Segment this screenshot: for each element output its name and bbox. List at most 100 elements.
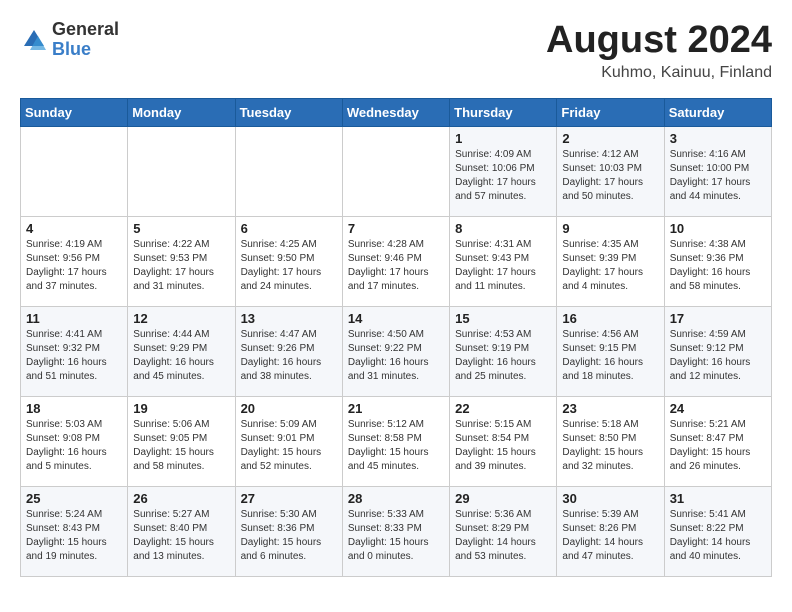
day-detail: Sunrise: 5:33 AM Sunset: 8:33 PM Dayligh… [348, 508, 444, 564]
calendar-cell: 2 Sunrise: 4:12 AM Sunset: 10:03 PM Dayli… [557, 126, 664, 216]
col-header-thursday: Thursday [450, 98, 557, 126]
day-detail: Sunrise: 4:12 AM Sunset: 10:03 PM Daylig… [562, 148, 658, 204]
calendar-week-row: 18 Sunrise: 5:03 AM Sunset: 9:08 PM Dayli… [21, 396, 772, 486]
day-detail: Sunrise: 5:18 AM Sunset: 8:50 PM Dayligh… [562, 418, 658, 474]
day-detail: Sunrise: 4:44 AM Sunset: 9:29 PM Dayligh… [133, 328, 229, 384]
calendar-cell: 22Sunrise: 5:15 AM Sunset: 8:54 PM Dayli… [450, 396, 557, 486]
calendar-cell: 9 Sunrise: 4:35 AM Sunset: 9:39 PM Daylig… [557, 216, 664, 306]
calendar-week-row: 1Sunrise: 4:09 AM Sunset: 10:06 PM Dayli… [21, 126, 772, 216]
calendar-cell: 8 Sunrise: 4:31 AM Sunset: 9:43 PM Daylig… [450, 216, 557, 306]
col-header-saturday: Saturday [664, 98, 771, 126]
day-number: 6 [241, 221, 337, 236]
day-detail: Sunrise: 4:28 AM Sunset: 9:46 PM Dayligh… [348, 238, 444, 294]
logo: General Blue [20, 20, 119, 60]
day-number: 20 [241, 401, 337, 416]
calendar-week-row: 4 Sunrise: 4:19 AM Sunset: 9:56 PM Daylig… [21, 216, 772, 306]
day-detail: Sunrise: 5:24 AM Sunset: 8:43 PM Dayligh… [26, 508, 122, 564]
day-number: 5 [133, 221, 229, 236]
calendar-cell: 21 Sunrise: 5:12 AM Sunset: 8:58 PM Dayli… [342, 396, 449, 486]
calendar-cell [235, 126, 342, 216]
day-detail: Sunrise: 5:41 AM Sunset: 8:22 PM Dayligh… [670, 508, 766, 564]
day-number: 15 [455, 311, 551, 326]
col-header-monday: Monday [128, 98, 235, 126]
day-number: 31 [670, 491, 766, 506]
day-detail: Sunrise: 4:50 AM Sunset: 9:22 PM Dayligh… [348, 328, 444, 384]
day-detail: Sunrise: 4:19 AM Sunset: 9:56 PM Dayligh… [26, 238, 122, 294]
day-detail: Sunrise: 4:35 AM Sunset: 9:39 PM Dayligh… [562, 238, 658, 294]
day-detail: Sunrise: 5:39 AM Sunset: 8:26 PM Dayligh… [562, 508, 658, 564]
day-detail: Sunrise: 4:22 AM Sunset: 9:53 PM Dayligh… [133, 238, 229, 294]
calendar-table: SundayMondayTuesdayWednesdayThursdayFrid… [20, 98, 772, 577]
day-number: 24 [670, 401, 766, 416]
col-header-wednesday: Wednesday [342, 98, 449, 126]
day-number: 22 [455, 401, 551, 416]
calendar-week-row: 11Sunrise: 4:41 AM Sunset: 9:32 PM Dayli… [21, 306, 772, 396]
calendar-cell: 25 Sunrise: 5:24 AM Sunset: 8:43 PM Dayli… [21, 486, 128, 576]
calendar-cell: 14Sunrise: 4:50 AM Sunset: 9:22 PM Dayli… [342, 306, 449, 396]
logo-general: General [52, 20, 119, 40]
calendar-cell: 6 Sunrise: 4:25 AM Sunset: 9:50 PM Daylig… [235, 216, 342, 306]
calendar-cell: 27Sunrise: 5:30 AM Sunset: 8:36 PM Dayli… [235, 486, 342, 576]
calendar-cell: 24 Sunrise: 5:21 AM Sunset: 8:47 PM Dayli… [664, 396, 771, 486]
calendar-cell: 31 Sunrise: 5:41 AM Sunset: 8:22 PM Dayli… [664, 486, 771, 576]
logo-blue: Blue [52, 40, 119, 60]
calendar-cell: 15Sunrise: 4:53 AM Sunset: 9:19 PM Dayli… [450, 306, 557, 396]
calendar-cell [21, 126, 128, 216]
calendar-cell: 23 Sunrise: 5:18 AM Sunset: 8:50 PM Dayli… [557, 396, 664, 486]
calendar-cell: 4 Sunrise: 4:19 AM Sunset: 9:56 PM Daylig… [21, 216, 128, 306]
day-number: 18 [26, 401, 122, 416]
day-number: 1 [455, 131, 551, 146]
calendar-cell: 26Sunrise: 5:27 AM Sunset: 8:40 PM Dayli… [128, 486, 235, 576]
day-detail: Sunrise: 5:21 AM Sunset: 8:47 PM Dayligh… [670, 418, 766, 474]
day-detail: Sunrise: 5:12 AM Sunset: 8:58 PM Dayligh… [348, 418, 444, 474]
calendar-cell: 19Sunrise: 5:06 AM Sunset: 9:05 PM Dayli… [128, 396, 235, 486]
day-detail: Sunrise: 5:03 AM Sunset: 9:08 PM Dayligh… [26, 418, 122, 474]
calendar-header-row: SundayMondayTuesdayWednesdayThursdayFrid… [21, 98, 772, 126]
calendar-cell: 3Sunrise: 4:16 AM Sunset: 10:00 PM Dayli… [664, 126, 771, 216]
col-header-sunday: Sunday [21, 98, 128, 126]
day-number: 4 [26, 221, 122, 236]
calendar-cell: 10 Sunrise: 4:38 AM Sunset: 9:36 PM Dayli… [664, 216, 771, 306]
col-header-friday: Friday [557, 98, 664, 126]
calendar-week-row: 25 Sunrise: 5:24 AM Sunset: 8:43 PM Dayli… [21, 486, 772, 576]
day-number: 8 [455, 221, 551, 236]
day-number: 7 [348, 221, 444, 236]
logo-text: General Blue [52, 20, 119, 60]
calendar-cell: 5 Sunrise: 4:22 AM Sunset: 9:53 PM Daylig… [128, 216, 235, 306]
day-number: 27 [241, 491, 337, 506]
day-detail: Sunrise: 4:56 AM Sunset: 9:15 PM Dayligh… [562, 328, 658, 384]
day-number: 26 [133, 491, 229, 506]
day-detail: Sunrise: 4:59 AM Sunset: 9:12 PM Dayligh… [670, 328, 766, 384]
col-header-tuesday: Tuesday [235, 98, 342, 126]
day-number: 25 [26, 491, 122, 506]
calendar-cell: 16 Sunrise: 4:56 AM Sunset: 9:15 PM Dayli… [557, 306, 664, 396]
calendar-cell: 20 Sunrise: 5:09 AM Sunset: 9:01 PM Dayli… [235, 396, 342, 486]
day-number: 19 [133, 401, 229, 416]
day-number: 23 [562, 401, 658, 416]
logo-icon [20, 26, 48, 54]
calendar-cell: 17Sunrise: 4:59 AM Sunset: 9:12 PM Dayli… [664, 306, 771, 396]
calendar-cell: 7 Sunrise: 4:28 AM Sunset: 9:46 PM Daylig… [342, 216, 449, 306]
calendar-cell: 1Sunrise: 4:09 AM Sunset: 10:06 PM Dayli… [450, 126, 557, 216]
title-block: August 2024 Kuhmo, Kainuu, Finland [546, 20, 772, 82]
calendar-cell: 30Sunrise: 5:39 AM Sunset: 8:26 PM Dayli… [557, 486, 664, 576]
day-detail: Sunrise: 5:36 AM Sunset: 8:29 PM Dayligh… [455, 508, 551, 564]
day-detail: Sunrise: 4:38 AM Sunset: 9:36 PM Dayligh… [670, 238, 766, 294]
calendar-cell: 29Sunrise: 5:36 AM Sunset: 8:29 PM Dayli… [450, 486, 557, 576]
calendar-cell: 28Sunrise: 5:33 AM Sunset: 8:33 PM Dayli… [342, 486, 449, 576]
day-detail: Sunrise: 4:25 AM Sunset: 9:50 PM Dayligh… [241, 238, 337, 294]
day-detail: Sunrise: 4:47 AM Sunset: 9:26 PM Dayligh… [241, 328, 337, 384]
day-number: 10 [670, 221, 766, 236]
calendar-cell: 18 Sunrise: 5:03 AM Sunset: 9:08 PM Dayli… [21, 396, 128, 486]
day-number: 21 [348, 401, 444, 416]
day-detail: Sunrise: 5:09 AM Sunset: 9:01 PM Dayligh… [241, 418, 337, 474]
day-number: 11 [26, 311, 122, 326]
month-year-title: August 2024 [546, 20, 772, 62]
day-number: 2 [562, 131, 658, 146]
day-number: 9 [562, 221, 658, 236]
day-detail: Sunrise: 4:31 AM Sunset: 9:43 PM Dayligh… [455, 238, 551, 294]
day-number: 16 [562, 311, 658, 326]
calendar-cell [342, 126, 449, 216]
calendar-cell: 13Sunrise: 4:47 AM Sunset: 9:26 PM Dayli… [235, 306, 342, 396]
day-number: 3 [670, 131, 766, 146]
